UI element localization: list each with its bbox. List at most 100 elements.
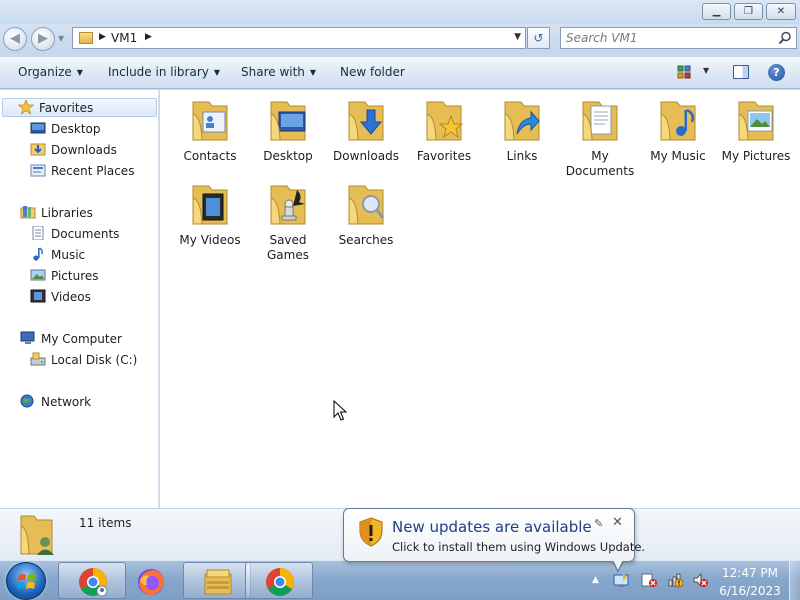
folder-my-documents[interactable]: My Documents <box>560 98 640 179</box>
sidebar-item-label: Desktop <box>51 122 101 136</box>
action-center-alert-icon[interactable] <box>641 572 657 588</box>
sidebar-item-label: Documents <box>51 227 120 241</box>
sidebar-item-documents[interactable]: Documents <box>30 225 119 244</box>
folder-my-pictures[interactable]: My Pictures <box>716 98 796 164</box>
sidebar-item-label: Music <box>51 248 86 262</box>
search-icon[interactable] <box>778 31 792 45</box>
sidebar-item-label: Videos <box>51 290 91 304</box>
address-bar[interactable]: ▶ VM1 ▶ ▼ <box>72 27 526 49</box>
contacts-folder-icon <box>192 101 228 141</box>
chevron-down-icon[interactable]: ▼ <box>514 32 521 42</box>
recent-places-icon <box>30 164 46 177</box>
windows-update-tray-icon[interactable] <box>613 572 629 588</box>
pictures-icon <box>30 269 46 281</box>
chrome-profile-icon <box>79 568 108 597</box>
folder-contacts[interactable]: Contacts <box>170 98 250 164</box>
search-box[interactable] <box>560 27 797 49</box>
preview-pane-icon[interactable] <box>733 65 749 79</box>
user-folder-icon <box>20 515 54 555</box>
chevron-down-icon: ▼ <box>309 68 317 77</box>
update-notification-balloon[interactable]: New updates are available Click to insta… <box>343 508 645 562</box>
sidebar-item-label: Pictures <box>51 269 99 283</box>
change-view-icon[interactable] <box>677 65 692 79</box>
new-folder-button[interactable]: New folder <box>340 65 405 79</box>
folder-label: Contacts <box>183 149 237 163</box>
refresh-button[interactable]: ↺ <box>527 27 550 49</box>
taskbar-file-explorer[interactable] <box>183 562 251 599</box>
forward-button[interactable]: ▶ <box>31 27 55 51</box>
folder-label: My Pictures <box>721 149 791 163</box>
sidebar-item-local-disk[interactable]: Local Disk (C:) <box>30 351 137 370</box>
sidebar-item-network[interactable]: Network <box>20 393 91 412</box>
clock-date[interactable]: 6/16/2023 <box>718 584 782 598</box>
back-button[interactable]: ◀ <box>3 27 27 51</box>
show-desktop-button[interactable] <box>789 561 800 600</box>
downloads-folder-icon <box>348 101 384 141</box>
desktop-folder-icon <box>270 101 306 141</box>
sidebar-item-label: Libraries <box>41 206 93 220</box>
computer-icon <box>20 331 35 344</box>
help-icon[interactable]: ? <box>768 64 785 81</box>
sidebar-item-pictures[interactable]: Pictures <box>30 267 99 286</box>
breadcrumb-chevron-icon[interactable]: ▶ <box>99 32 106 42</box>
chevron-down-icon: ▼ <box>76 68 83 77</box>
minimize-button[interactable]: ▁ <box>702 3 731 20</box>
sidebar-item-libraries[interactable]: Libraries <box>20 204 93 223</box>
include-in-library-label: Include in library <box>108 65 209 79</box>
folder-label: Searches <box>338 233 394 247</box>
searches-folder-icon <box>348 185 385 225</box>
documents-folder-icon <box>582 101 618 141</box>
sidebar-item-videos[interactable]: Videos <box>30 288 91 307</box>
explorer-icon <box>204 569 232 595</box>
show-hidden-icons-button[interactable]: ▲ <box>592 575 599 585</box>
notification-options-icon[interactable]: ✎ <box>594 517 603 530</box>
local-disk-icon <box>30 352 46 366</box>
videos-folder-icon <box>192 185 228 225</box>
organize-menu[interactable]: Organize ▼ <box>18 65 83 79</box>
folder-desktop[interactable]: Desktop <box>248 98 328 164</box>
maximize-button[interactable]: ❐ <box>734 3 763 20</box>
sidebar-item-recent-places[interactable]: Recent Places <box>30 162 134 181</box>
folder-favorites[interactable]: Favorites <box>404 98 484 164</box>
pictures-folder-icon <box>738 101 774 141</box>
network-tray-icon[interactable] <box>667 572 683 588</box>
taskbar: ▲ 12:47 PM 6/16/2023 <box>0 560 800 600</box>
chevron-down-icon[interactable]: ▼ <box>703 66 709 75</box>
sidebar-item-desktop[interactable]: Desktop <box>30 120 101 139</box>
sidebar-item-my-computer[interactable]: My Computer <box>20 330 122 349</box>
folder-label: Links <box>506 149 538 163</box>
breadcrumb-chevron-icon[interactable]: ▶ <box>145 32 152 42</box>
chevron-down-icon: ▼ <box>213 68 221 77</box>
taskbar-chrome[interactable] <box>245 562 313 599</box>
sidebar-item-label: Network <box>41 395 92 409</box>
include-in-library-menu[interactable]: Include in library ▼ <box>108 65 220 79</box>
music-icon <box>33 247 43 261</box>
clock-time[interactable]: 12:47 PM <box>721 566 779 580</box>
volume-muted-icon[interactable] <box>692 572 708 588</box>
start-button[interactable] <box>6 562 46 600</box>
folder-links[interactable]: Links <box>482 98 562 164</box>
sidebar-item-label: Favorites <box>39 101 94 115</box>
folder-downloads[interactable]: Downloads <box>326 98 406 164</box>
taskbar-firefox[interactable] <box>116 562 184 599</box>
recent-pages-dropdown[interactable]: ▼ <box>58 34 64 43</box>
folder-searches[interactable]: Searches <box>326 182 406 248</box>
folder-icon <box>79 32 93 44</box>
links-folder-icon <box>504 101 540 141</box>
search-input[interactable] <box>566 31 766 45</box>
breadcrumb-vm1[interactable]: VM1 <box>111 31 137 45</box>
sidebar-item-label: Downloads <box>51 143 117 157</box>
notification-close-icon[interactable]: ✕ <box>612 515 623 530</box>
share-with-menu[interactable]: Share with ▼ <box>241 65 316 79</box>
windows-logo-icon <box>17 574 36 589</box>
folder-saved-games[interactable]: Saved Games <box>248 182 328 263</box>
sidebar-item-favorites[interactable]: Favorites <box>2 98 157 117</box>
balloon-tail-fill <box>613 560 623 570</box>
sidebar-item-downloads[interactable]: Downloads <box>30 141 117 160</box>
close-button[interactable]: ✕ <box>766 3 796 20</box>
sidebar-item-music[interactable]: Music <box>30 246 85 265</box>
folder-my-music[interactable]: My Music <box>638 98 718 164</box>
navigation-pane: Favorites Desktop Downloads Recent Place… <box>0 90 159 508</box>
folder-label: Saved Games <box>267 233 309 262</box>
folder-my-videos[interactable]: My Videos <box>170 182 250 248</box>
